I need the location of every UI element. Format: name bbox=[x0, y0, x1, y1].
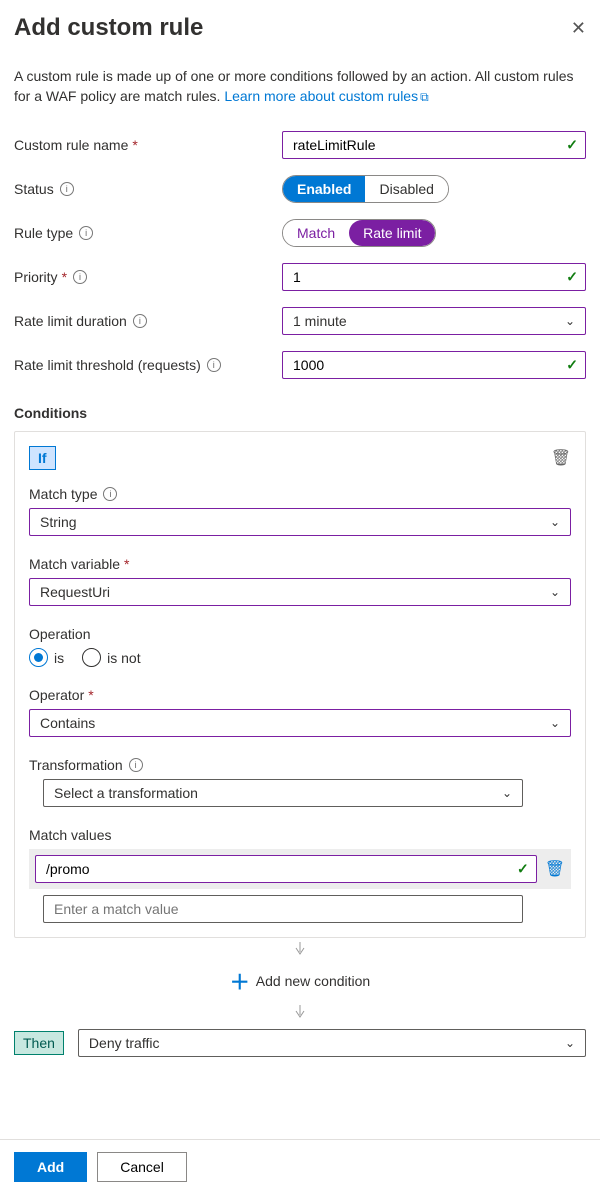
conditions-title: Conditions bbox=[14, 405, 586, 421]
delete-condition-icon[interactable]: 🗑 bbox=[551, 448, 571, 468]
info-icon[interactable]: i bbox=[60, 182, 74, 196]
delete-match-value-icon[interactable]: 🗑 bbox=[545, 859, 565, 879]
learn-more-link[interactable]: Learn more about custom rules⧉ bbox=[224, 88, 428, 104]
match-type-label: Match type bbox=[29, 486, 97, 502]
status-label: Status bbox=[14, 181, 54, 197]
rate-limit-duration-label: Rate limit duration bbox=[14, 313, 127, 329]
cancel-button[interactable]: Cancel bbox=[97, 1152, 187, 1182]
info-icon[interactable]: i bbox=[79, 226, 93, 240]
rule-type-label: Rule type bbox=[14, 225, 73, 241]
priority-input[interactable] bbox=[282, 263, 586, 291]
add-button[interactable]: Add bbox=[14, 1152, 87, 1182]
operation-is-not-radio[interactable]: is not bbox=[82, 648, 140, 667]
match-value-new-input[interactable] bbox=[43, 895, 523, 923]
add-condition-button[interactable]: ＋ Add new condition bbox=[14, 960, 586, 1001]
then-badge: Then bbox=[14, 1031, 64, 1055]
if-badge: If bbox=[29, 446, 56, 470]
status-toggle[interactable]: Enabled Disabled bbox=[282, 175, 449, 203]
panel-title: Add custom rule bbox=[14, 14, 203, 42]
match-values-label: Match values bbox=[29, 827, 111, 843]
rate-limit-threshold-input[interactable] bbox=[282, 351, 586, 379]
status-disabled[interactable]: Disabled bbox=[365, 176, 447, 202]
external-link-icon: ⧉ bbox=[420, 90, 429, 104]
close-icon[interactable]: ✕ bbox=[571, 18, 586, 39]
rule-type-toggle[interactable]: Match Rate limit bbox=[282, 219, 436, 247]
chevron-down-icon: ⌄ bbox=[565, 314, 575, 328]
match-type-select[interactable]: String ⌄ bbox=[29, 508, 571, 536]
required-indicator: * bbox=[124, 556, 129, 572]
chevron-down-icon: ⌄ bbox=[550, 585, 560, 599]
info-icon[interactable]: i bbox=[129, 758, 143, 772]
match-variable-label: Match variable bbox=[29, 556, 120, 572]
check-icon: ✓ bbox=[566, 269, 578, 286]
chevron-down-icon: ⌄ bbox=[565, 1036, 575, 1050]
chevron-down-icon: ⌄ bbox=[550, 515, 560, 529]
info-icon[interactable]: i bbox=[133, 314, 147, 328]
operator-select[interactable]: Contains ⌄ bbox=[29, 709, 571, 737]
condition-block: If 🗑 Match type i String ⌄ Match variabl… bbox=[14, 431, 586, 938]
info-icon[interactable]: i bbox=[207, 358, 221, 372]
match-value-input[interactable] bbox=[35, 855, 537, 883]
match-variable-select[interactable]: RequestUri ⌄ bbox=[29, 578, 571, 606]
info-icon[interactable]: i bbox=[73, 270, 87, 284]
status-enabled[interactable]: Enabled bbox=[283, 176, 365, 202]
operator-label: Operator bbox=[29, 687, 84, 703]
rate-limit-duration-select[interactable]: 1 minute ⌄ bbox=[282, 307, 586, 335]
required-indicator: * bbox=[62, 269, 67, 285]
description: A custom rule is made up of one or more … bbox=[14, 66, 586, 107]
transformation-select[interactable]: Select a transformation ⌄ bbox=[43, 779, 523, 807]
chevron-down-icon: ⌄ bbox=[550, 716, 560, 730]
priority-label: Priority bbox=[14, 269, 58, 285]
transformation-label: Transformation bbox=[29, 757, 123, 773]
chevron-down-icon: ⌄ bbox=[502, 786, 512, 800]
check-icon: ✓ bbox=[517, 861, 529, 878]
required-indicator: * bbox=[132, 137, 137, 153]
plus-icon: ＋ bbox=[230, 966, 250, 995]
operation-label: Operation bbox=[29, 626, 90, 642]
operation-is-radio[interactable]: is bbox=[29, 648, 64, 667]
then-action-select[interactable]: Deny traffic ⌄ bbox=[78, 1029, 586, 1057]
connector-line bbox=[14, 938, 586, 960]
check-icon: ✓ bbox=[566, 357, 578, 374]
check-icon: ✓ bbox=[566, 137, 578, 154]
info-icon[interactable]: i bbox=[103, 487, 117, 501]
custom-rule-name-label: Custom rule name bbox=[14, 137, 128, 153]
rule-type-match[interactable]: Match bbox=[283, 220, 349, 246]
rule-type-rate-limit[interactable]: Rate limit bbox=[349, 220, 435, 246]
required-indicator: * bbox=[88, 687, 93, 703]
rate-limit-threshold-label: Rate limit threshold (requests) bbox=[14, 357, 201, 373]
connector-line bbox=[14, 1001, 586, 1023]
custom-rule-name-input[interactable] bbox=[282, 131, 586, 159]
